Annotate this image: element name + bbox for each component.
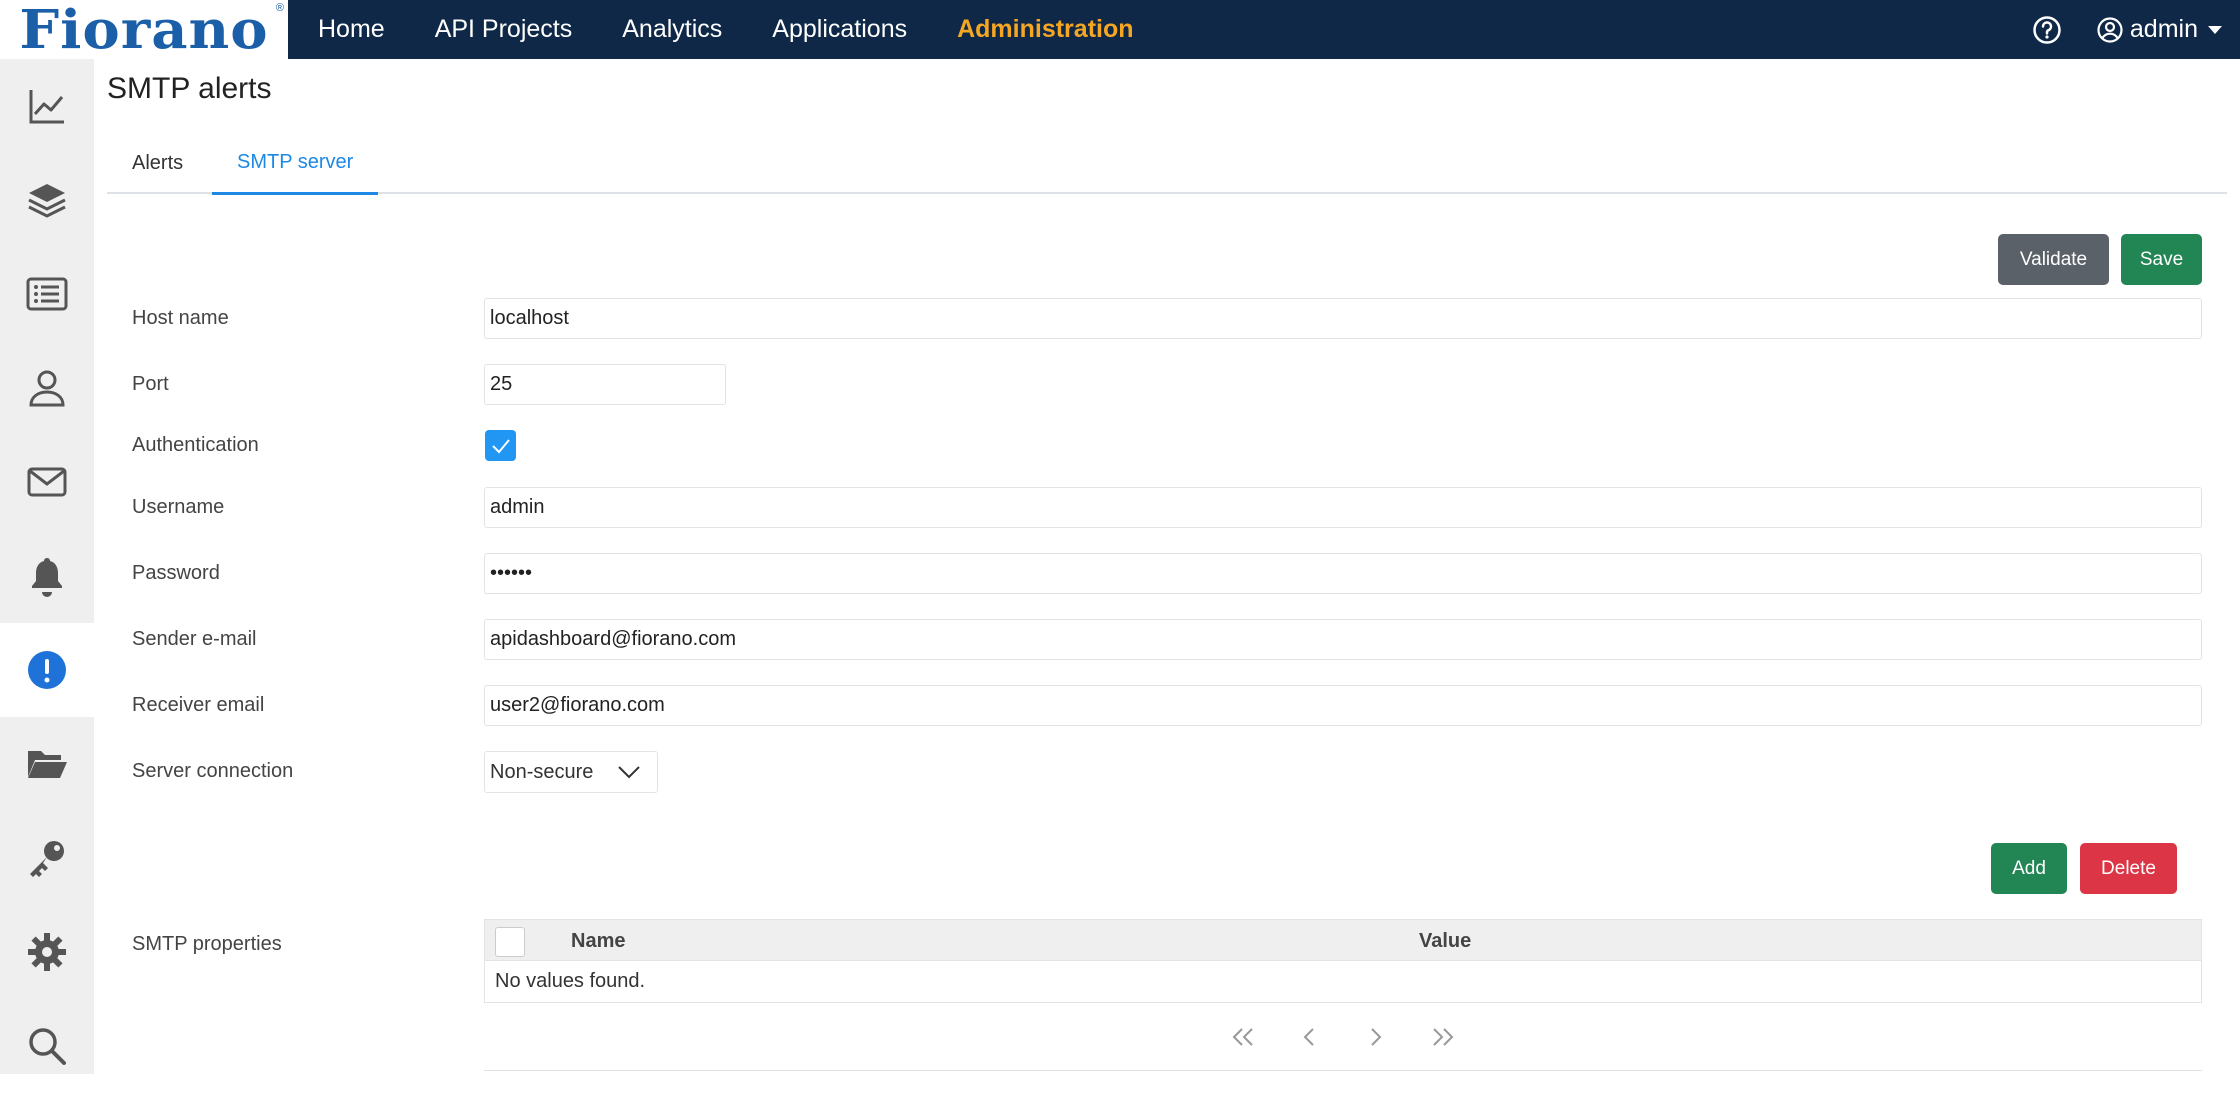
sidebar-item-folders[interactable]: [0, 717, 94, 811]
logo-text: Fiorano: [19, 0, 269, 61]
last-page-button[interactable]: [1428, 1022, 1458, 1052]
page-title: SMTP alerts: [107, 72, 272, 105]
fiorano-logo[interactable]: Fiorano ®: [0, 0, 288, 59]
server-connection-value: Non-secure: [490, 760, 594, 783]
chevron-right-icon: [1371, 1028, 1382, 1046]
add-property-button[interactable]: Add: [1991, 843, 2067, 894]
sidebar-item-users[interactable]: [0, 341, 94, 435]
top-navbar: Fiorano ® Home API Projects Analytics Ap…: [0, 0, 2240, 59]
tab-bar: Alerts SMTP server: [107, 132, 2227, 195]
nav-applications[interactable]: Applications: [772, 15, 907, 44]
authentication-checkbox[interactable]: [485, 430, 516, 461]
sidebar-item-mail[interactable]: [0, 435, 94, 529]
tab-smtp-server[interactable]: SMTP server: [212, 132, 379, 195]
column-header-value[interactable]: Value: [1419, 920, 1471, 962]
save-button[interactable]: Save: [2121, 234, 2202, 285]
host-name-label: Host name: [132, 307, 229, 329]
mail-icon: [27, 467, 67, 497]
gear-icon: [28, 933, 66, 971]
checkmark-icon: [491, 438, 510, 453]
list-icon: [26, 277, 68, 311]
tab-alerts[interactable]: Alerts: [107, 132, 208, 194]
username-label: Username: [132, 496, 225, 518]
logo-registered-mark: ®: [275, 2, 284, 14]
sidebar-item-analytics[interactable]: [0, 59, 94, 153]
password-field[interactable]: ••••••: [484, 553, 2202, 594]
divider: [484, 1070, 2202, 1071]
next-page-button[interactable]: [1361, 1022, 1391, 1052]
chevron-down-icon: [2208, 25, 2222, 34]
double-chevron-right-icon: [1433, 1028, 1454, 1046]
search-icon: [29, 1028, 66, 1065]
nav-analytics[interactable]: Analytics: [622, 15, 722, 44]
top-right-controls: admin: [2032, 0, 2222, 59]
layers-icon: [28, 184, 66, 218]
chevron-down-icon: [618, 766, 640, 779]
port-label: Port: [132, 373, 169, 395]
sender-email-field[interactable]: apidashboard@fiorano.com: [484, 619, 2202, 660]
user-menu[interactable]: admin: [2096, 15, 2222, 44]
alert-circle-icon: [28, 651, 66, 689]
receiver-email-field[interactable]: user2@fiorano.com: [484, 685, 2202, 726]
nav-api-projects[interactable]: API Projects: [435, 15, 573, 44]
sidebar-item-smtp-alerts[interactable]: [0, 623, 94, 717]
receiver-email-label: Receiver email: [132, 694, 265, 716]
authentication-label: Authentication: [132, 434, 259, 456]
sidebar-item-search[interactable]: [0, 999, 94, 1093]
select-all-checkbox[interactable]: [495, 927, 525, 957]
sidebar-item-settings[interactable]: [0, 905, 94, 999]
chevron-left-icon: [1303, 1028, 1314, 1046]
folder-open-icon: [28, 751, 67, 778]
host-name-field[interactable]: localhost: [484, 298, 2202, 339]
column-header-name[interactable]: Name: [571, 920, 625, 962]
nav-home[interactable]: Home: [318, 15, 385, 44]
nav-administration[interactable]: Administration: [957, 15, 1133, 44]
double-chevron-left-icon: [1232, 1028, 1253, 1046]
user-circle-icon: [2096, 16, 2124, 44]
empty-table-message: No values found.: [484, 961, 2202, 1003]
bell-icon: [32, 558, 62, 597]
username-field[interactable]: admin: [484, 487, 2202, 528]
server-connection-label: Server connection: [132, 760, 294, 782]
smtp-properties-label: SMTP properties: [132, 933, 282, 955]
sidebar-item-keys[interactable]: [0, 811, 94, 905]
server-connection-select[interactable]: Non-secure: [484, 751, 658, 793]
sidebar-item-notifications[interactable]: [0, 529, 94, 623]
validate-button[interactable]: Validate: [1998, 234, 2109, 285]
sidebar: [0, 59, 94, 1074]
chart-line-icon: [29, 90, 64, 124]
key-icon: [30, 841, 64, 877]
previous-page-button[interactable]: [1294, 1022, 1324, 1052]
password-label: Password: [132, 562, 220, 584]
first-page-button[interactable]: [1228, 1022, 1258, 1052]
user-name: admin: [2129, 15, 2198, 43]
table-header: Name Value: [484, 919, 2202, 961]
main-nav: Home API Projects Analytics Applications…: [318, 0, 1184, 59]
smtp-properties-table: Name Value No values found.: [484, 919, 2202, 1003]
user-icon: [29, 370, 65, 407]
help-icon[interactable]: [2032, 15, 2062, 45]
delete-property-button[interactable]: Delete: [2080, 843, 2177, 894]
sidebar-item-list[interactable]: [0, 247, 94, 341]
sender-email-label: Sender e-mail: [132, 628, 257, 650]
sidebar-item-projects[interactable]: [0, 153, 94, 247]
port-field[interactable]: 25: [484, 364, 726, 405]
